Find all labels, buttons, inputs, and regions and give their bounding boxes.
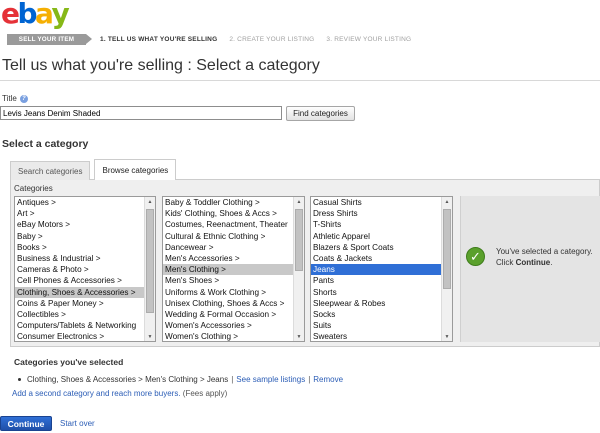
scroll-down-icon[interactable]: ▼ xyxy=(294,332,304,341)
separator: | xyxy=(231,375,234,384)
list-item[interactable]: Collectibles > xyxy=(15,309,155,320)
list-1-scrollbar[interactable]: ▲ ▼ xyxy=(144,197,155,341)
list-item[interactable]: Business & Industrial > xyxy=(15,253,155,264)
list-item[interactable]: Women's Accessories > xyxy=(163,320,304,331)
remove-link[interactable]: Remove xyxy=(313,375,343,384)
logo-letter-b: b xyxy=(17,0,38,30)
list-item[interactable]: Coins & Paper Money > xyxy=(15,298,155,309)
sell-your-item-pill: SELL YOUR ITEM xyxy=(7,33,86,45)
list-item[interactable]: Costumes, Reenactment, Theater xyxy=(163,219,304,230)
ebay-logo[interactable]: e b a y xyxy=(1,0,70,30)
scroll-thumb[interactable] xyxy=(295,209,303,271)
list-item[interactable]: Shorts xyxy=(311,287,452,298)
list-item[interactable]: Antiques > xyxy=(15,197,155,208)
select-category-heading: Select a category xyxy=(2,138,89,150)
logo-letter-a: a xyxy=(35,0,54,30)
list-item[interactable]: Books > xyxy=(15,242,155,253)
divider xyxy=(0,80,600,81)
category-list-level-1[interactable]: Antiques > Art > eBay Motors > Baby > Bo… xyxy=(14,196,156,342)
scroll-up-icon[interactable]: ▲ xyxy=(442,197,452,206)
title-input[interactable] xyxy=(0,106,282,120)
logo-letter-e: e xyxy=(1,0,20,30)
step-2: 2. CREATE YOUR LISTING xyxy=(229,35,315,43)
find-categories-button[interactable]: Find categories xyxy=(286,106,355,121)
see-sample-listings-link[interactable]: See sample listings xyxy=(236,375,305,384)
list-item[interactable]: Baby > xyxy=(15,231,155,242)
scroll-down-icon[interactable]: ▼ xyxy=(442,332,452,341)
help-icon[interactable]: ? xyxy=(19,94,28,103)
page-title: Tell us what you're selling : Select a c… xyxy=(2,57,320,74)
list-item[interactable]: Pants xyxy=(311,275,452,286)
list-item-selected[interactable]: Clothing, Shoes & Accessories > xyxy=(15,286,155,298)
add-second-category-row: Add a second category and reach more buy… xyxy=(12,389,227,398)
tab-search-categories[interactable]: Search categories xyxy=(10,161,91,180)
scroll-thumb[interactable] xyxy=(443,209,451,289)
logo-letter-y: y xyxy=(51,0,69,30)
list-item[interactable]: Coats & Jackets xyxy=(311,253,452,264)
list-item[interactable]: Computers/Tablets & Networking xyxy=(15,320,155,331)
step-arrow-icon xyxy=(86,34,92,44)
list-item[interactable]: Dress Shirts xyxy=(311,208,452,219)
categories-selected-heading: Categories you've selected xyxy=(14,357,124,367)
category-list-level-3[interactable]: Casual Shirts Dress Shirts T-Shirts Athl… xyxy=(310,196,453,342)
continue-button[interactable]: Continue xyxy=(0,416,52,431)
list-item[interactable]: Socks xyxy=(311,309,452,320)
add-second-category-link[interactable]: Add a second category and reach more buy… xyxy=(12,389,181,398)
list-item[interactable]: Men's Accessories > xyxy=(163,253,304,264)
list-item[interactable]: Sleepwear & Robes xyxy=(311,298,452,309)
list-item[interactable]: Athletic Apparel xyxy=(311,231,452,242)
progress-steps: SELL YOUR ITEM 1. TELL US WHAT YOU'RE SE… xyxy=(0,33,600,45)
list-item[interactable]: Uniforms & Work Clothing > xyxy=(163,287,304,298)
checkmark-icon: ✓ xyxy=(466,247,485,266)
list-item-selected[interactable]: Jeans xyxy=(311,264,452,276)
step-3: 3. REVIEW YOUR LISTING xyxy=(326,35,412,43)
list-item[interactable]: Cameras & Photo > xyxy=(15,264,155,275)
bullet-icon xyxy=(18,378,21,381)
tab-browse-categories[interactable]: Browse categories xyxy=(94,159,177,180)
list-2-scrollbar[interactable]: ▲ ▼ xyxy=(293,197,304,341)
list-item[interactable]: Unisex Clothing, Shoes & Accs > xyxy=(163,298,304,309)
scroll-down-icon[interactable]: ▼ xyxy=(145,332,155,341)
list-item[interactable]: Wedding & Formal Occasion > xyxy=(163,309,304,320)
list-item[interactable]: Baby & Toddler Clothing > xyxy=(163,197,304,208)
list-item[interactable]: Art > xyxy=(15,208,155,219)
list-item[interactable]: Women's Clothing > xyxy=(163,331,304,341)
list-item[interactable]: Sweaters xyxy=(311,331,452,341)
list-item[interactable]: Dancewear > xyxy=(163,242,304,253)
list-item-selected[interactable]: Men's Clothing > xyxy=(163,264,304,276)
list-item[interactable]: T-Shirts xyxy=(311,219,452,230)
start-over-link[interactable]: Start over xyxy=(60,419,95,428)
selection-status-panel xyxy=(460,196,600,342)
list-item[interactable]: Blazers & Sport Coats xyxy=(311,242,452,253)
list-item[interactable]: Men's Shoes > xyxy=(163,275,304,286)
list-item[interactable]: Consumer Electronics > xyxy=(15,331,155,341)
step-1: 1. TELL US WHAT YOU'RE SELLING xyxy=(100,35,218,43)
scroll-up-icon[interactable]: ▲ xyxy=(294,197,304,206)
list-item[interactable]: Cultural & Ethnic Clothing > xyxy=(163,231,304,242)
selection-text-continue: Continue xyxy=(515,257,551,267)
category-tabs: Search categories Browse categories xyxy=(10,159,180,180)
list-item[interactable]: Casual Shirts xyxy=(311,197,452,208)
selection-text-after: . xyxy=(550,257,553,267)
categories-label: Categories xyxy=(14,184,53,193)
title-label: Title ? xyxy=(2,94,28,103)
scroll-thumb[interactable] xyxy=(146,209,154,313)
category-list-level-2[interactable]: Baby & Toddler Clothing > Kids' Clothing… xyxy=(162,196,305,342)
title-label-text: Title xyxy=(2,94,17,103)
selected-category-row: Clothing, Shoes & Accessories > Men's Cl… xyxy=(18,375,343,384)
selected-category-path: Clothing, Shoes & Accessories > Men's Cl… xyxy=(27,375,229,384)
list-item[interactable]: Kids' Clothing, Shoes & Accs > xyxy=(163,208,304,219)
list-item[interactable]: Cell Phones & Accessories > xyxy=(15,275,155,286)
scroll-up-icon[interactable]: ▲ xyxy=(145,197,155,206)
fees-apply-note: (Fees apply) xyxy=(182,389,228,398)
separator: | xyxy=(308,375,311,384)
list-item[interactable]: Suits xyxy=(311,320,452,331)
list-item[interactable]: eBay Motors > xyxy=(15,219,155,230)
selection-status-text: You've selected a category. Click Contin… xyxy=(496,247,600,268)
list-3-scrollbar[interactable]: ▲ ▼ xyxy=(441,197,452,341)
